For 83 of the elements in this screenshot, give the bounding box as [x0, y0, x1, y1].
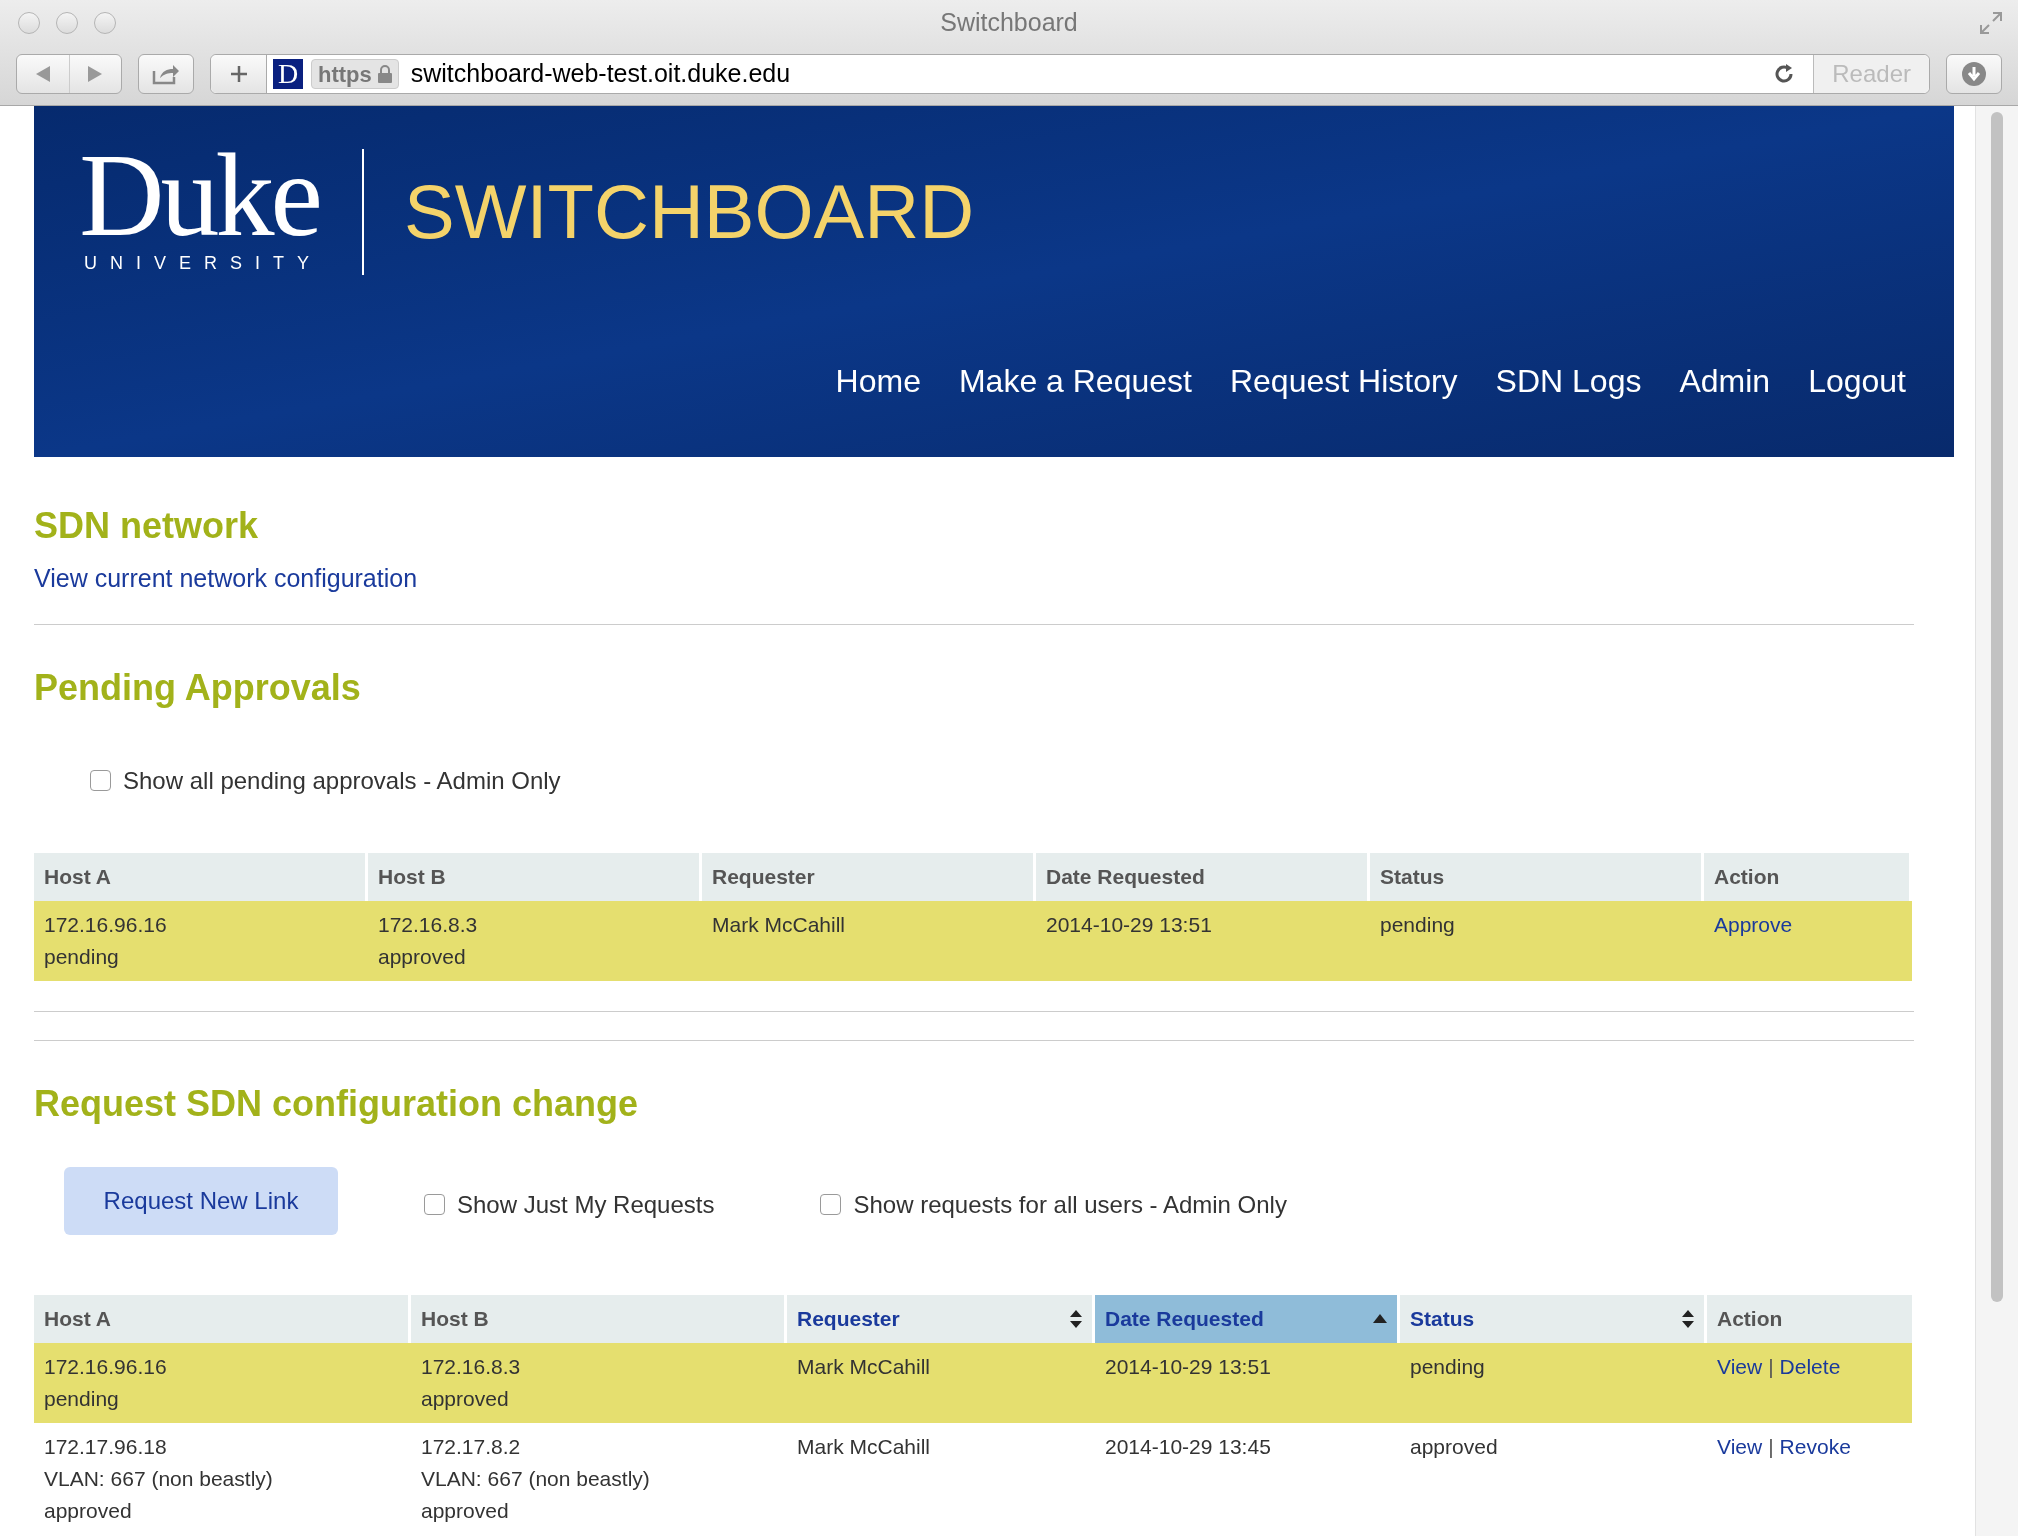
column-header: Action	[1707, 1294, 1912, 1343]
sort-ascending-icon	[1373, 1314, 1387, 1323]
table-cell: pending	[1410, 1354, 1485, 1378]
logo-wordmark: Duke	[79, 146, 319, 246]
plus-icon	[228, 64, 249, 84]
nav-link[interactable]: Logout	[1808, 357, 1906, 405]
checkbox[interactable]	[424, 1194, 445, 1215]
sort-icon	[1682, 1309, 1694, 1328]
table-cell: Mark McCahill	[797, 1354, 930, 1378]
table-cell: 2014-10-29 13:51	[1046, 912, 1212, 936]
share-icon	[152, 63, 180, 85]
scrollbar-thumb[interactable]	[1991, 112, 2003, 1302]
table-cell-text: 172.17.96.18	[44, 1433, 168, 1460]
column-header: Host B	[411, 1294, 784, 1343]
checkbox-label: Show requests for all users - Admin Only	[853, 1189, 1287, 1220]
checkbox-label: Show all pending approvals - Admin Only	[123, 765, 561, 796]
app-title: SWITCHBOARD	[404, 167, 975, 256]
request-new-link-button[interactable]: Request New Link	[64, 1166, 338, 1235]
table-cell-text: 172.17.8.2	[421, 1433, 522, 1460]
logo-subtitle: UNIVERSITY	[83, 252, 323, 275]
table-cell: approved	[1410, 1434, 1498, 1458]
action-link[interactable]: Delete	[1779, 1350, 1841, 1383]
checkbox[interactable]	[820, 1194, 842, 1215]
new-tab-button[interactable]	[211, 55, 267, 93]
column-header[interactable]: Date Requested	[1095, 1294, 1397, 1343]
table-cell-text: pending	[44, 1385, 120, 1412]
table-cell: Mark McCahill	[797, 1434, 930, 1458]
site-favicon: D	[273, 59, 303, 89]
window-title: Switchboard	[940, 7, 1078, 39]
action-link[interactable]: View	[1717, 1430, 1763, 1463]
section-heading: Request SDN configuration change	[34, 1081, 640, 1126]
column-header[interactable]: Status	[1400, 1294, 1704, 1343]
sort-icon	[1070, 1309, 1082, 1328]
column-header[interactable]: Requester	[787, 1294, 1092, 1343]
window-control-icon[interactable]	[94, 12, 116, 34]
checkbox-label: Show Just My Requests	[457, 1189, 715, 1220]
section-heading: SDN network	[34, 504, 260, 548]
download-icon	[1961, 61, 1987, 87]
table-cell-text: VLAN: 667 (non beastly)	[421, 1465, 651, 1492]
back-arrow-icon	[35, 66, 50, 82]
lock-icon	[377, 65, 392, 83]
nav-link[interactable]: Admin	[1679, 357, 1771, 405]
action-link[interactable]: Revoke	[1779, 1430, 1851, 1463]
table-cell-text: approved	[44, 1497, 133, 1524]
network-config-link[interactable]: View current network configuration	[34, 560, 1914, 598]
table-cell-text: 172.16.96.16	[44, 1353, 168, 1380]
column-header: Requester	[702, 852, 1033, 901]
table-cell-text: VLAN: 667 (non beastly)	[44, 1465, 274, 1492]
column-header: Host A	[34, 852, 365, 901]
downloads-button[interactable]	[1946, 54, 2002, 94]
nav-link[interactable]: Request History	[1229, 357, 1458, 405]
table-cell-text: 172.16.8.3	[421, 1353, 522, 1380]
link-separator: |	[1768, 1353, 1774, 1380]
window-control-icon[interactable]	[18, 12, 40, 34]
table-cell: 2014-10-29 13:45	[1105, 1434, 1271, 1458]
nav-link[interactable]: Make a Request	[958, 357, 1192, 405]
table-cell-text: approved	[421, 1385, 510, 1412]
https-badge: https	[311, 59, 399, 89]
table-cell: pending	[1380, 912, 1455, 936]
checkbox[interactable]	[90, 770, 111, 791]
table-cell-text: 172.16.8.3	[378, 911, 479, 938]
window-control-icon[interactable]	[56, 12, 78, 34]
nav-link[interactable]: SDN Logs	[1495, 357, 1642, 405]
nav-link[interactable]: Home	[835, 357, 921, 405]
share-button[interactable]	[138, 54, 194, 94]
table-cell: 2014-10-29 13:51	[1105, 1354, 1271, 1378]
table-cell-text: approved	[421, 1497, 510, 1524]
section-heading: Pending Approvals	[34, 665, 362, 710]
column-header: Host A	[34, 1294, 408, 1343]
column-header: Action	[1704, 852, 1909, 901]
column-header: Status	[1370, 852, 1701, 901]
forward-arrow-icon	[88, 66, 103, 82]
column-header: Host B	[368, 852, 699, 901]
action-link[interactable]: Approve	[1714, 908, 1793, 941]
column-header: Date Requested	[1036, 852, 1367, 901]
table-cell: Mark McCahill	[712, 912, 845, 936]
url-text[interactable]: switchboard-web-test.oit.duke.edu	[410, 55, 1774, 93]
table-cell-text: pending	[44, 943, 120, 970]
action-link[interactable]: View	[1717, 1350, 1763, 1383]
fullscreen-icon[interactable]	[1978, 10, 2004, 36]
table-cell-text: 172.16.96.16	[44, 911, 168, 938]
link-separator: |	[1768, 1433, 1774, 1460]
table-cell-text: approved	[378, 943, 467, 970]
